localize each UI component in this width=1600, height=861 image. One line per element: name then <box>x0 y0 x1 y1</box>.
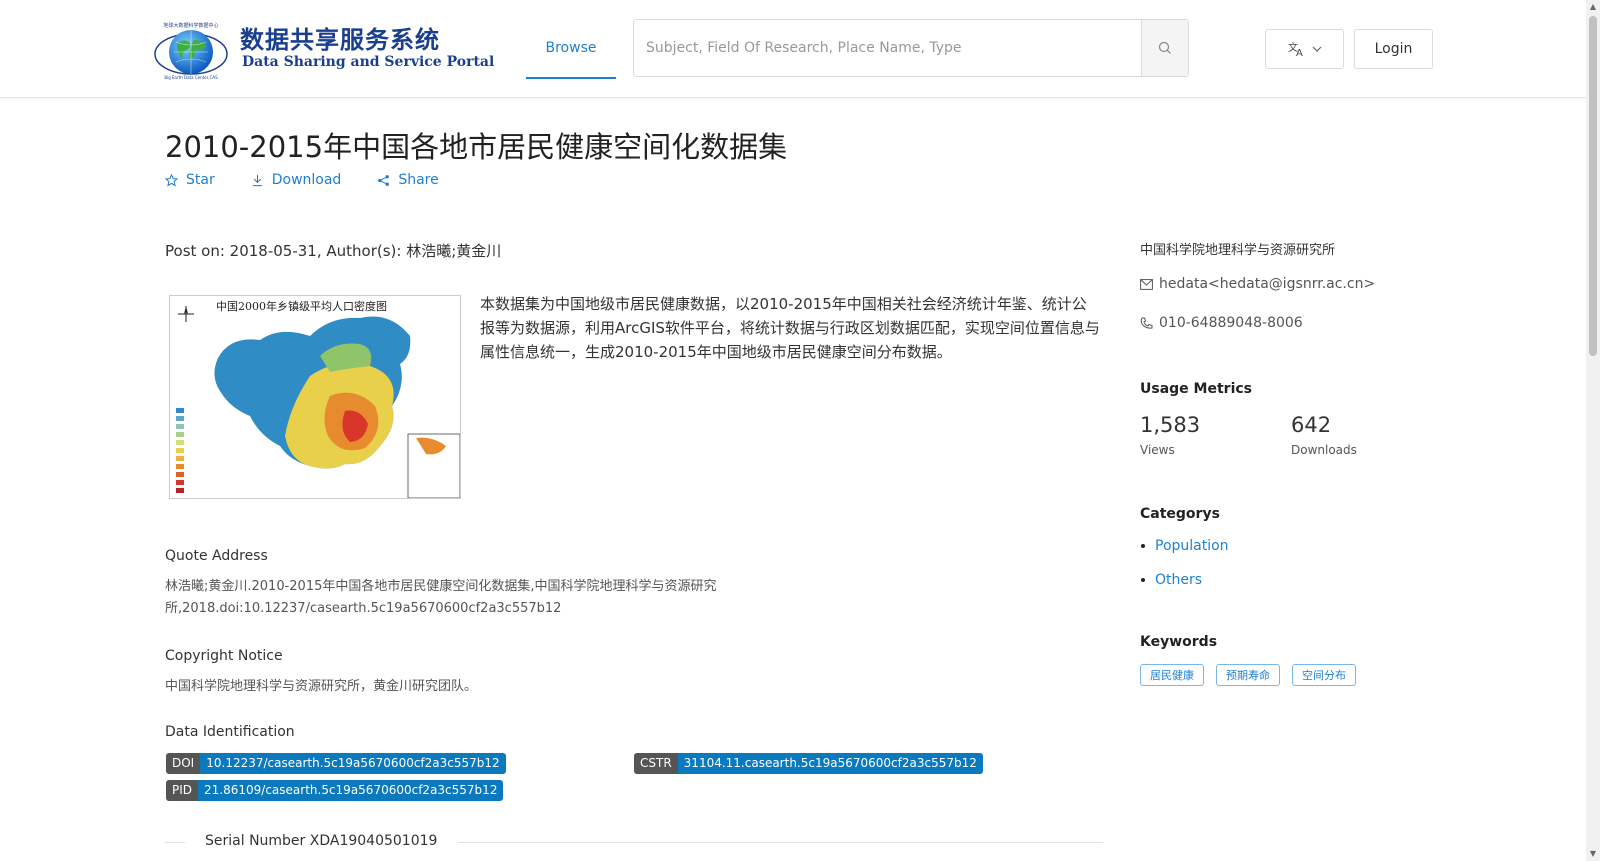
share-label: Share <box>398 172 439 188</box>
data-identification-label: Data Identification <box>165 724 295 740</box>
pid-badge[interactable]: PID 21.86109/casearth.5c19a5670600cf2a3c… <box>166 780 504 801</box>
keyword-tag[interactable]: 预期寿命 <box>1216 664 1280 686</box>
language-switcher[interactable]: 文 A <box>1265 29 1344 69</box>
quote-label: Quote Address <box>165 548 268 564</box>
views-label: Views <box>1140 443 1175 457</box>
doi-key: DOI <box>166 753 201 774</box>
post-meta: Post on: 2018-05-31, Author(s): 林浩曦;黄金川 <box>165 242 502 260</box>
category-label: Others <box>1155 572 1203 588</box>
categories-heading: Categorys <box>1140 506 1220 522</box>
globe-logo-icon: 地球大数据科学数据中心 Big Earth Data Center,CAS <box>154 22 228 80</box>
copyright-text: 中国科学院地理科学与资源研究所，黄金川研究团队。 <box>165 679 478 694</box>
scroll-up-arrow-icon[interactable]: ▲ <box>1588 2 1598 12</box>
organization-name: 中国科学院地理科学与资源研究所 <box>1140 243 1336 258</box>
pid-key: PID <box>166 780 199 801</box>
cstr-badge[interactable]: CSTR 31104.11.casearth.5c19a5670600cf2a3… <box>634 753 983 774</box>
translate-icon: 文 A <box>1288 41 1303 57</box>
map-legend <box>176 408 184 493</box>
north-arrow-icon <box>178 306 194 322</box>
category-label: Population <box>1155 538 1229 554</box>
usage-metrics-heading: Usage Metrics <box>1140 381 1252 397</box>
bullet-dot-icon <box>1141 578 1145 582</box>
phone-text: 010-64889048-8006 <box>1159 315 1303 331</box>
login-button[interactable]: Login <box>1354 29 1433 69</box>
quote-text: 林浩曦;黄金川.2010-2015年中国各地市居民健康空间化数据集,中国科学院地… <box>165 579 717 616</box>
download-button[interactable]: Download <box>251 172 342 188</box>
contact-phone: 010-64889048-8006 <box>1140 315 1303 331</box>
logo-arc-text: 地球大数据科学数据中心 <box>163 22 218 29</box>
serial-divider-right <box>458 842 1103 843</box>
search-button[interactable] <box>1141 20 1188 76</box>
nav-browse-tab[interactable]: Browse <box>526 0 616 79</box>
dataset-actions: Star Download Share <box>165 172 439 188</box>
star-button[interactable]: Star <box>165 172 215 188</box>
chevron-down-icon <box>1312 46 1321 52</box>
download-icon <box>252 174 262 186</box>
phone-icon <box>1140 317 1153 329</box>
keyword-tag[interactable]: 空间分布 <box>1292 664 1356 686</box>
category-link-population[interactable]: Population <box>1141 538 1229 554</box>
dataset-title: 2010-2015年中国各地市居民健康空间化数据集 <box>165 130 788 164</box>
views-count: 1,583 <box>1140 413 1201 437</box>
share-button[interactable]: Share <box>377 172 439 188</box>
cstr-key: CSTR <box>634 753 678 774</box>
downloads-count: 642 <box>1291 413 1332 437</box>
search-box <box>633 19 1189 77</box>
doi-badge[interactable]: DOI 10.12237/casearth.5c19a5670600cf2a3c… <box>166 753 506 774</box>
search-icon <box>1158 41 1171 54</box>
mail-icon <box>1140 278 1153 290</box>
dataset-thumbnail[interactable]: 中国2000年乡镇级平均人口密度图 <box>169 295 461 499</box>
star-label: Star <box>186 172 215 188</box>
email-text: hedata<hedata@igsnrr.ac.cn> <box>1159 276 1376 292</box>
page-scrollbar[interactable]: ▲ ▼ <box>1586 0 1600 861</box>
copyright-label: Copyright Notice <box>165 648 283 664</box>
portal-logo[interactable]: 地球大数据科学数据中心 Big Earth Data Center,CAS 数据… <box>152 18 494 80</box>
downloads-label: Downloads <box>1291 443 1357 457</box>
keywords-heading: Keywords <box>1140 634 1218 650</box>
serial-divider-left <box>165 842 185 843</box>
category-link-others[interactable]: Others <box>1141 572 1202 588</box>
dataset-description: 本数据集为中国地级市居民健康数据，以2010-2015年中国相关社会经济统计年鉴… <box>480 295 1100 361</box>
pid-value: 21.86109/casearth.5c19a5670600cf2a3c557b… <box>198 780 504 801</box>
contact-email[interactable]: hedata<hedata@igsnrr.ac.cn> <box>1140 276 1375 292</box>
search-input[interactable] <box>634 20 1144 76</box>
svg-text:A: A <box>1296 48 1303 57</box>
logo-sub-text: Big Earth Data Center,CAS <box>164 75 218 80</box>
keyword-tag[interactable]: 居民健康 <box>1140 664 1204 686</box>
bullet-dot-icon <box>1141 544 1145 548</box>
cstr-value: 31104.11.casearth.5c19a5670600cf2a3c557b… <box>677 753 983 774</box>
share-icon <box>378 174 390 186</box>
logo-english-name: Data Sharing and Service Portal <box>242 54 495 70</box>
doi-value: 10.12237/casearth.5c19a5670600cf2a3c557b… <box>200 753 506 774</box>
scrollbar-thumb[interactable] <box>1589 16 1597 356</box>
china-density-map-image <box>176 306 460 498</box>
thumbnail-title: 中国2000年乡镇级平均人口密度图 <box>216 300 387 313</box>
star-icon <box>165 173 178 187</box>
serial-number: Serial Number XDA19040501019 <box>205 833 438 849</box>
top-header: 地球大数据科学数据中心 Big Earth Data Center,CAS 数据… <box>0 0 1586 98</box>
scroll-down-arrow-icon[interactable]: ▼ <box>1588 849 1598 859</box>
download-label: Download <box>271 172 342 188</box>
logo-chinese-name: 数据共享服务系统 <box>240 26 440 54</box>
